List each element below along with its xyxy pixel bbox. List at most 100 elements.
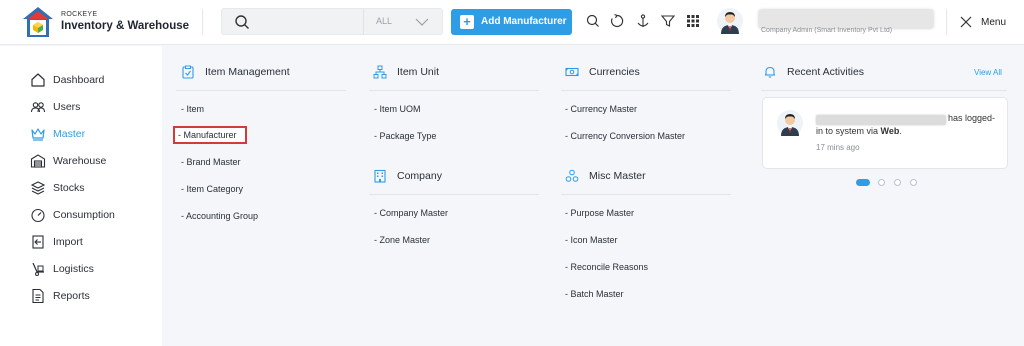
carousel-dot-active[interactable] — [856, 179, 870, 186]
sidebar-item-consumption[interactable]: Consumption — [30, 207, 155, 223]
menu-link-manufacturer[interactable]: - Manufacturer — [173, 126, 247, 144]
sidebar-item-label: Warehouse — [53, 155, 107, 167]
menu-link-icon-master[interactable]: - Icon Master — [565, 235, 618, 245]
apps-grid-icon[interactable] — [685, 13, 701, 29]
refresh-icon[interactable] — [609, 13, 625, 29]
column-title: Company — [397, 170, 442, 182]
search-input[interactable] — [254, 13, 364, 31]
carousel-dot[interactable] — [910, 179, 917, 186]
menu-link-zone-master[interactable]: - Zone Master — [374, 235, 430, 245]
sidebar-item-label: Dashboard — [53, 74, 105, 86]
divider — [369, 90, 539, 91]
hierarchy-icon — [373, 65, 387, 79]
activity-text-part: in to system via — [816, 126, 881, 136]
activity-channel: Web — [880, 126, 900, 136]
divider — [369, 194, 539, 195]
column-title: Currencies — [589, 66, 640, 78]
column-title: Item Unit — [397, 66, 440, 78]
menu-link-accounting-group[interactable]: - Accounting Group — [181, 211, 258, 221]
user-name-redacted[interactable] — [759, 10, 933, 28]
company-heading: Company — [373, 169, 533, 187]
divider — [761, 90, 1007, 91]
sidebar-item-label: Users — [53, 101, 81, 113]
menu-toggle-label[interactable]: Menu — [981, 17, 1006, 28]
menu-link-currency-conversion-master[interactable]: - Currency Conversion Master — [565, 131, 685, 141]
add-manufacturer-label: Add Manufacturer — [481, 16, 567, 27]
bell-icon — [765, 66, 775, 78]
divider — [561, 90, 731, 91]
menu-link-purpose-master[interactable]: - Purpose Master — [565, 208, 634, 218]
sidebar-item-logistics[interactable]: Logistics — [30, 261, 155, 277]
header-divider — [946, 9, 947, 35]
top-header: ROCKEYE Inventory & Warehouse ALL + Add … — [0, 0, 1024, 45]
anchor-icon[interactable] — [635, 13, 651, 29]
recent-activities-heading: Recent Activities — [763, 65, 943, 83]
brand-title: Inventory & Warehouse — [61, 20, 190, 32]
sidebar-item-dashboard[interactable]: Dashboard — [30, 72, 155, 88]
sidebar-item-label: Stocks — [53, 182, 85, 194]
sidebar: Dashboard Users Master Warehouse Stocks … — [0, 46, 162, 346]
menu-link-reconcile-reasons[interactable]: - Reconcile Reasons — [565, 262, 648, 272]
carousel-dot[interactable] — [878, 179, 885, 186]
divider — [176, 90, 346, 91]
logistics-icon — [32, 262, 44, 276]
activity-user-redacted — [816, 115, 946, 125]
brand-company: ROCKEYE — [61, 11, 98, 18]
close-icon[interactable] — [959, 15, 973, 29]
sidebar-item-warehouse[interactable]: Warehouse — [30, 153, 155, 169]
menu-link-brand-master[interactable]: - Brand Master — [181, 157, 241, 167]
crown-icon — [31, 128, 45, 141]
search-icon[interactable] — [234, 14, 250, 30]
menu-link-item-uom[interactable]: - Item UOM — [374, 104, 421, 114]
plus-icon: + — [460, 15, 474, 29]
menu-link-batch-master[interactable]: - Batch Master — [565, 289, 624, 299]
search-scope-value[interactable]: ALL — [376, 16, 392, 26]
activity-text-continued: in to system via Web. — [816, 126, 902, 136]
item-management-heading: Item Management — [181, 65, 341, 83]
sidebar-item-master[interactable]: Master — [30, 126, 155, 142]
sidebar-item-stocks[interactable]: Stocks — [30, 180, 155, 196]
search-icon[interactable] — [585, 13, 601, 29]
menu-link-package-type[interactable]: - Package Type — [374, 131, 436, 141]
menu-link-item[interactable]: - Item — [181, 104, 204, 114]
sidebar-item-label: Reports — [53, 290, 90, 302]
column-title: Misc Master — [589, 170, 646, 182]
menu-link-item-category[interactable]: - Item Category — [181, 184, 243, 194]
report-icon — [32, 288, 44, 304]
search-bar[interactable]: ALL — [221, 8, 443, 35]
home-icon — [31, 73, 45, 87]
activity-text: has logged- — [948, 113, 996, 123]
avatar — [777, 110, 803, 136]
currencies-heading: Currencies — [565, 65, 725, 83]
layers-icon — [30, 181, 46, 195]
sidebar-item-users[interactable]: Users — [30, 99, 155, 115]
avatar[interactable] — [717, 8, 743, 34]
shapes-icon — [565, 169, 579, 182]
sidebar-item-label: Master — [53, 128, 86, 140]
warehouse-icon — [30, 154, 46, 168]
building-icon — [374, 169, 386, 183]
master-mega-menu — [162, 46, 1024, 346]
sidebar-item-label: Import — [53, 236, 83, 248]
column-title: Recent Activities — [787, 66, 865, 78]
view-all-link[interactable]: View All — [974, 68, 1002, 77]
carousel-dot[interactable] — [894, 179, 901, 186]
filter-icon[interactable] — [660, 13, 676, 29]
sidebar-item-label: Logistics — [53, 263, 94, 275]
sidebar-item-reports[interactable]: Reports — [30, 288, 155, 304]
sidebar-item-import[interactable]: Import — [30, 234, 155, 250]
menu-link-company-master[interactable]: - Company Master — [374, 208, 448, 218]
add-manufacturer-button[interactable]: + Add Manufacturer — [451, 9, 572, 35]
search-divider — [363, 9, 364, 34]
menu-link-currency-master[interactable]: - Currency Master — [565, 104, 637, 114]
activity-text-part: . — [899, 126, 902, 136]
item-unit-heading: Item Unit — [373, 65, 533, 83]
money-icon — [565, 67, 579, 77]
users-icon — [30, 102, 46, 113]
chevron-down-icon[interactable] — [415, 16, 429, 28]
column-title: Item Management — [205, 66, 290, 78]
activity-card[interactable]: has logged- in to system via Web. 17 min… — [762, 97, 1008, 169]
header-divider — [202, 9, 203, 35]
user-role: Company Admin (Smart Inventory Pvt Ltd) — [761, 27, 893, 34]
rockeye-logo[interactable] — [22, 6, 54, 38]
